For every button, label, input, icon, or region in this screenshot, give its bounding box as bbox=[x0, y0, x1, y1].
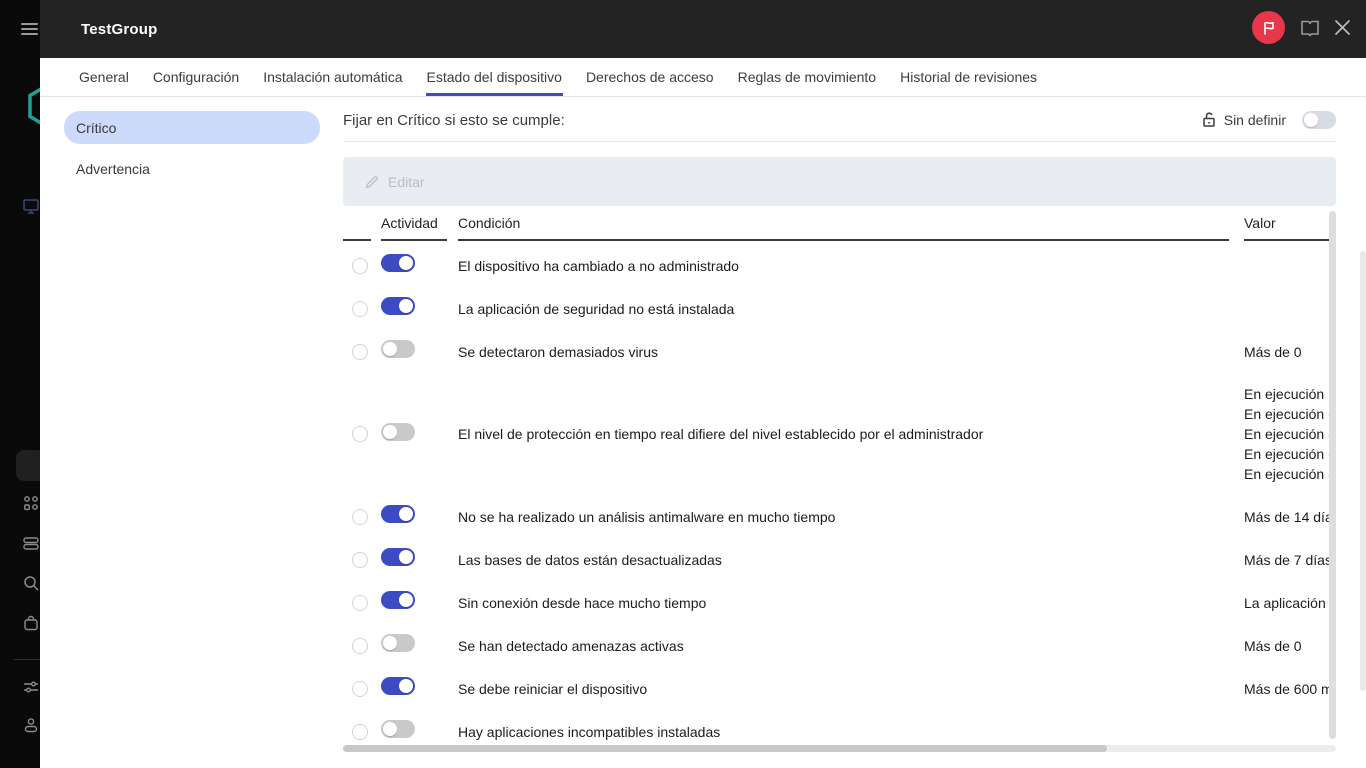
app-window: TestGroup General Configuración Instalació… bbox=[0, 0, 1366, 768]
conditions-table-header: Actividad Condición Valor bbox=[343, 211, 1336, 241]
condition-label: Se han detectado amenazas activas bbox=[458, 637, 684, 654]
table-vertical-scrollbar[interactable] bbox=[1329, 211, 1336, 739]
storage-icon[interactable] bbox=[22, 534, 40, 552]
value-cell: Más de 0 bbox=[1244, 343, 1302, 360]
row-activity-toggle[interactable] bbox=[381, 634, 415, 652]
tab-estado-del-dispositivo[interactable]: Estado del dispositivo bbox=[425, 58, 563, 96]
severity-item-critico[interactable]: Crítico bbox=[64, 111, 320, 144]
rail-divider bbox=[14, 659, 40, 660]
column-activity: Actividad bbox=[381, 211, 447, 241]
edit-button[interactable]: Editar bbox=[365, 174, 425, 190]
settings-sliders-icon[interactable] bbox=[22, 678, 40, 696]
app-logo-icon bbox=[26, 83, 40, 129]
edit-button-label: Editar bbox=[388, 173, 425, 190]
row-select-radio[interactable] bbox=[352, 508, 368, 525]
help-book-icon[interactable] bbox=[1300, 19, 1320, 37]
value-cell: Más de 600 mi bbox=[1244, 680, 1336, 697]
table-row: Las bases de datos están desactualizadas… bbox=[343, 538, 1336, 581]
panel-header: TestGroup bbox=[40, 0, 1366, 58]
monitoring-devices-icon[interactable] bbox=[22, 197, 40, 215]
group-title: TestGroup bbox=[81, 21, 158, 38]
tab-bar: General Configuración Instalación automáti… bbox=[40, 58, 1366, 97]
severity-list: Crítico Advertencia bbox=[64, 111, 320, 193]
value-cell: Más de 14 días bbox=[1244, 508, 1336, 525]
enforce-toggle[interactable] bbox=[1302, 110, 1336, 129]
table-row: No se ha realizado un análisis antimalwa… bbox=[343, 495, 1336, 538]
tab-general[interactable]: General bbox=[78, 58, 130, 96]
row-select-radio[interactable] bbox=[352, 426, 368, 442]
conditions-section: Fijar en Crítico si esto se cumple: Sin … bbox=[343, 98, 1336, 768]
close-icon[interactable] bbox=[1334, 19, 1351, 36]
row-activity-toggle[interactable] bbox=[381, 254, 415, 272]
condition-label: Se detectaron demasiados virus bbox=[458, 343, 658, 360]
tab-configuracion[interactable]: Configuración bbox=[152, 58, 240, 96]
condition-label: El nivel de protección en tiempo real di… bbox=[458, 426, 984, 442]
column-value: Valor bbox=[1244, 211, 1336, 241]
row-select-radio[interactable] bbox=[352, 343, 368, 360]
table-row: La aplicación de seguridad no está insta… bbox=[343, 287, 1336, 330]
tab-historial-de-revisiones[interactable]: Historial de revisiones bbox=[899, 58, 1038, 96]
table-row: El dispositivo ha cambiado a no administ… bbox=[343, 244, 1336, 287]
condition-label: Se debe reiniciar el dispositivo bbox=[458, 680, 648, 697]
conditions-table-body: El dispositivo ha cambiado a no administ… bbox=[343, 244, 1336, 753]
condition-label: Las bases de datos están desactualizadas bbox=[458, 551, 722, 568]
condition-label: No se ha realizado un análisis antimalwa… bbox=[458, 508, 836, 525]
condition-label: La aplicación de seguridad no está insta… bbox=[458, 300, 735, 317]
tab-derechos-de-acceso[interactable]: Derechos de acceso bbox=[585, 58, 715, 96]
group-properties-panel: TestGroup General Configuración Instalació… bbox=[40, 0, 1366, 768]
table-horizontal-scrollbar[interactable] bbox=[343, 745, 1336, 752]
rail-active-item-highlight[interactable] bbox=[16, 450, 40, 481]
severity-item-advertencia[interactable]: Advertencia bbox=[64, 152, 320, 185]
value-cell: En ejecución En ejecución (p En ejecución … bbox=[1244, 386, 1336, 482]
table-row: Se han detectado amenazas activas Más de … bbox=[343, 624, 1336, 667]
search-icon[interactable] bbox=[22, 574, 40, 592]
row-select-radio[interactable] bbox=[352, 594, 368, 611]
row-activity-toggle[interactable] bbox=[381, 340, 415, 358]
value-cell: Más de 7 días bbox=[1244, 551, 1332, 568]
row-activity-toggle[interactable] bbox=[381, 720, 415, 738]
unlock-icon[interactable] bbox=[1202, 112, 1216, 127]
row-activity-toggle[interactable] bbox=[381, 422, 415, 441]
table-row: El nivel de protección en tiempo real di… bbox=[343, 373, 1336, 495]
table-toolbar: Editar bbox=[343, 157, 1336, 206]
flag-icon bbox=[1263, 21, 1274, 35]
row-activity-toggle[interactable] bbox=[381, 297, 415, 315]
device-status-content: Crítico Advertencia Fijar en Crítico si e… bbox=[40, 98, 1366, 768]
hamburger-menu-icon[interactable] bbox=[21, 23, 38, 36]
flag-notification-button[interactable] bbox=[1252, 11, 1285, 44]
column-condition: Condición bbox=[458, 211, 1229, 241]
left-nav-rail bbox=[0, 0, 40, 768]
row-select-radio[interactable] bbox=[352, 723, 368, 740]
row-select-radio[interactable] bbox=[352, 300, 368, 317]
table-row: Se detectaron demasiados virus Más de 0 bbox=[343, 330, 1336, 373]
pencil-icon bbox=[365, 175, 378, 188]
condition-header-row: Fijar en Crítico si esto se cumple: Sin … bbox=[343, 98, 1336, 142]
row-activity-toggle[interactable] bbox=[381, 591, 415, 609]
table-row: Se debe reiniciar el dispositivo Más de 6… bbox=[343, 667, 1336, 710]
row-activity-toggle[interactable] bbox=[381, 505, 415, 523]
marketplace-bag-icon[interactable] bbox=[22, 614, 40, 632]
column-select bbox=[343, 211, 371, 241]
row-select-radio[interactable] bbox=[352, 551, 368, 568]
row-select-radio[interactable] bbox=[352, 680, 368, 697]
value-cell: Más de 0 bbox=[1244, 637, 1302, 654]
row-select-radio[interactable] bbox=[352, 257, 368, 274]
condition-label: Hay aplicaciones incompatibles instalada… bbox=[458, 723, 721, 740]
page-scrollbar[interactable] bbox=[1360, 251, 1366, 691]
tab-reglas-de-movimiento[interactable]: Reglas de movimiento bbox=[737, 58, 878, 96]
value-cell: La aplicación n bbox=[1244, 594, 1336, 611]
condition-label: Sin conexión desde hace mucho tiempo bbox=[458, 594, 707, 611]
tab-instalacion-automatica[interactable]: Instalación automática bbox=[262, 58, 403, 96]
assets-icon[interactable] bbox=[22, 494, 40, 512]
row-activity-toggle[interactable] bbox=[381, 548, 415, 566]
account-user-icon[interactable] bbox=[22, 716, 40, 734]
table-row: Sin conexión desde hace mucho tiempo La a… bbox=[343, 581, 1336, 624]
row-activity-toggle[interactable] bbox=[381, 677, 415, 695]
condition-header-label: Fijar en Crítico si esto se cumple: bbox=[343, 112, 565, 129]
row-select-radio[interactable] bbox=[352, 637, 368, 654]
condition-label: El dispositivo ha cambiado a no administ… bbox=[458, 257, 739, 274]
lock-state-label: Sin definir bbox=[1223, 111, 1286, 128]
